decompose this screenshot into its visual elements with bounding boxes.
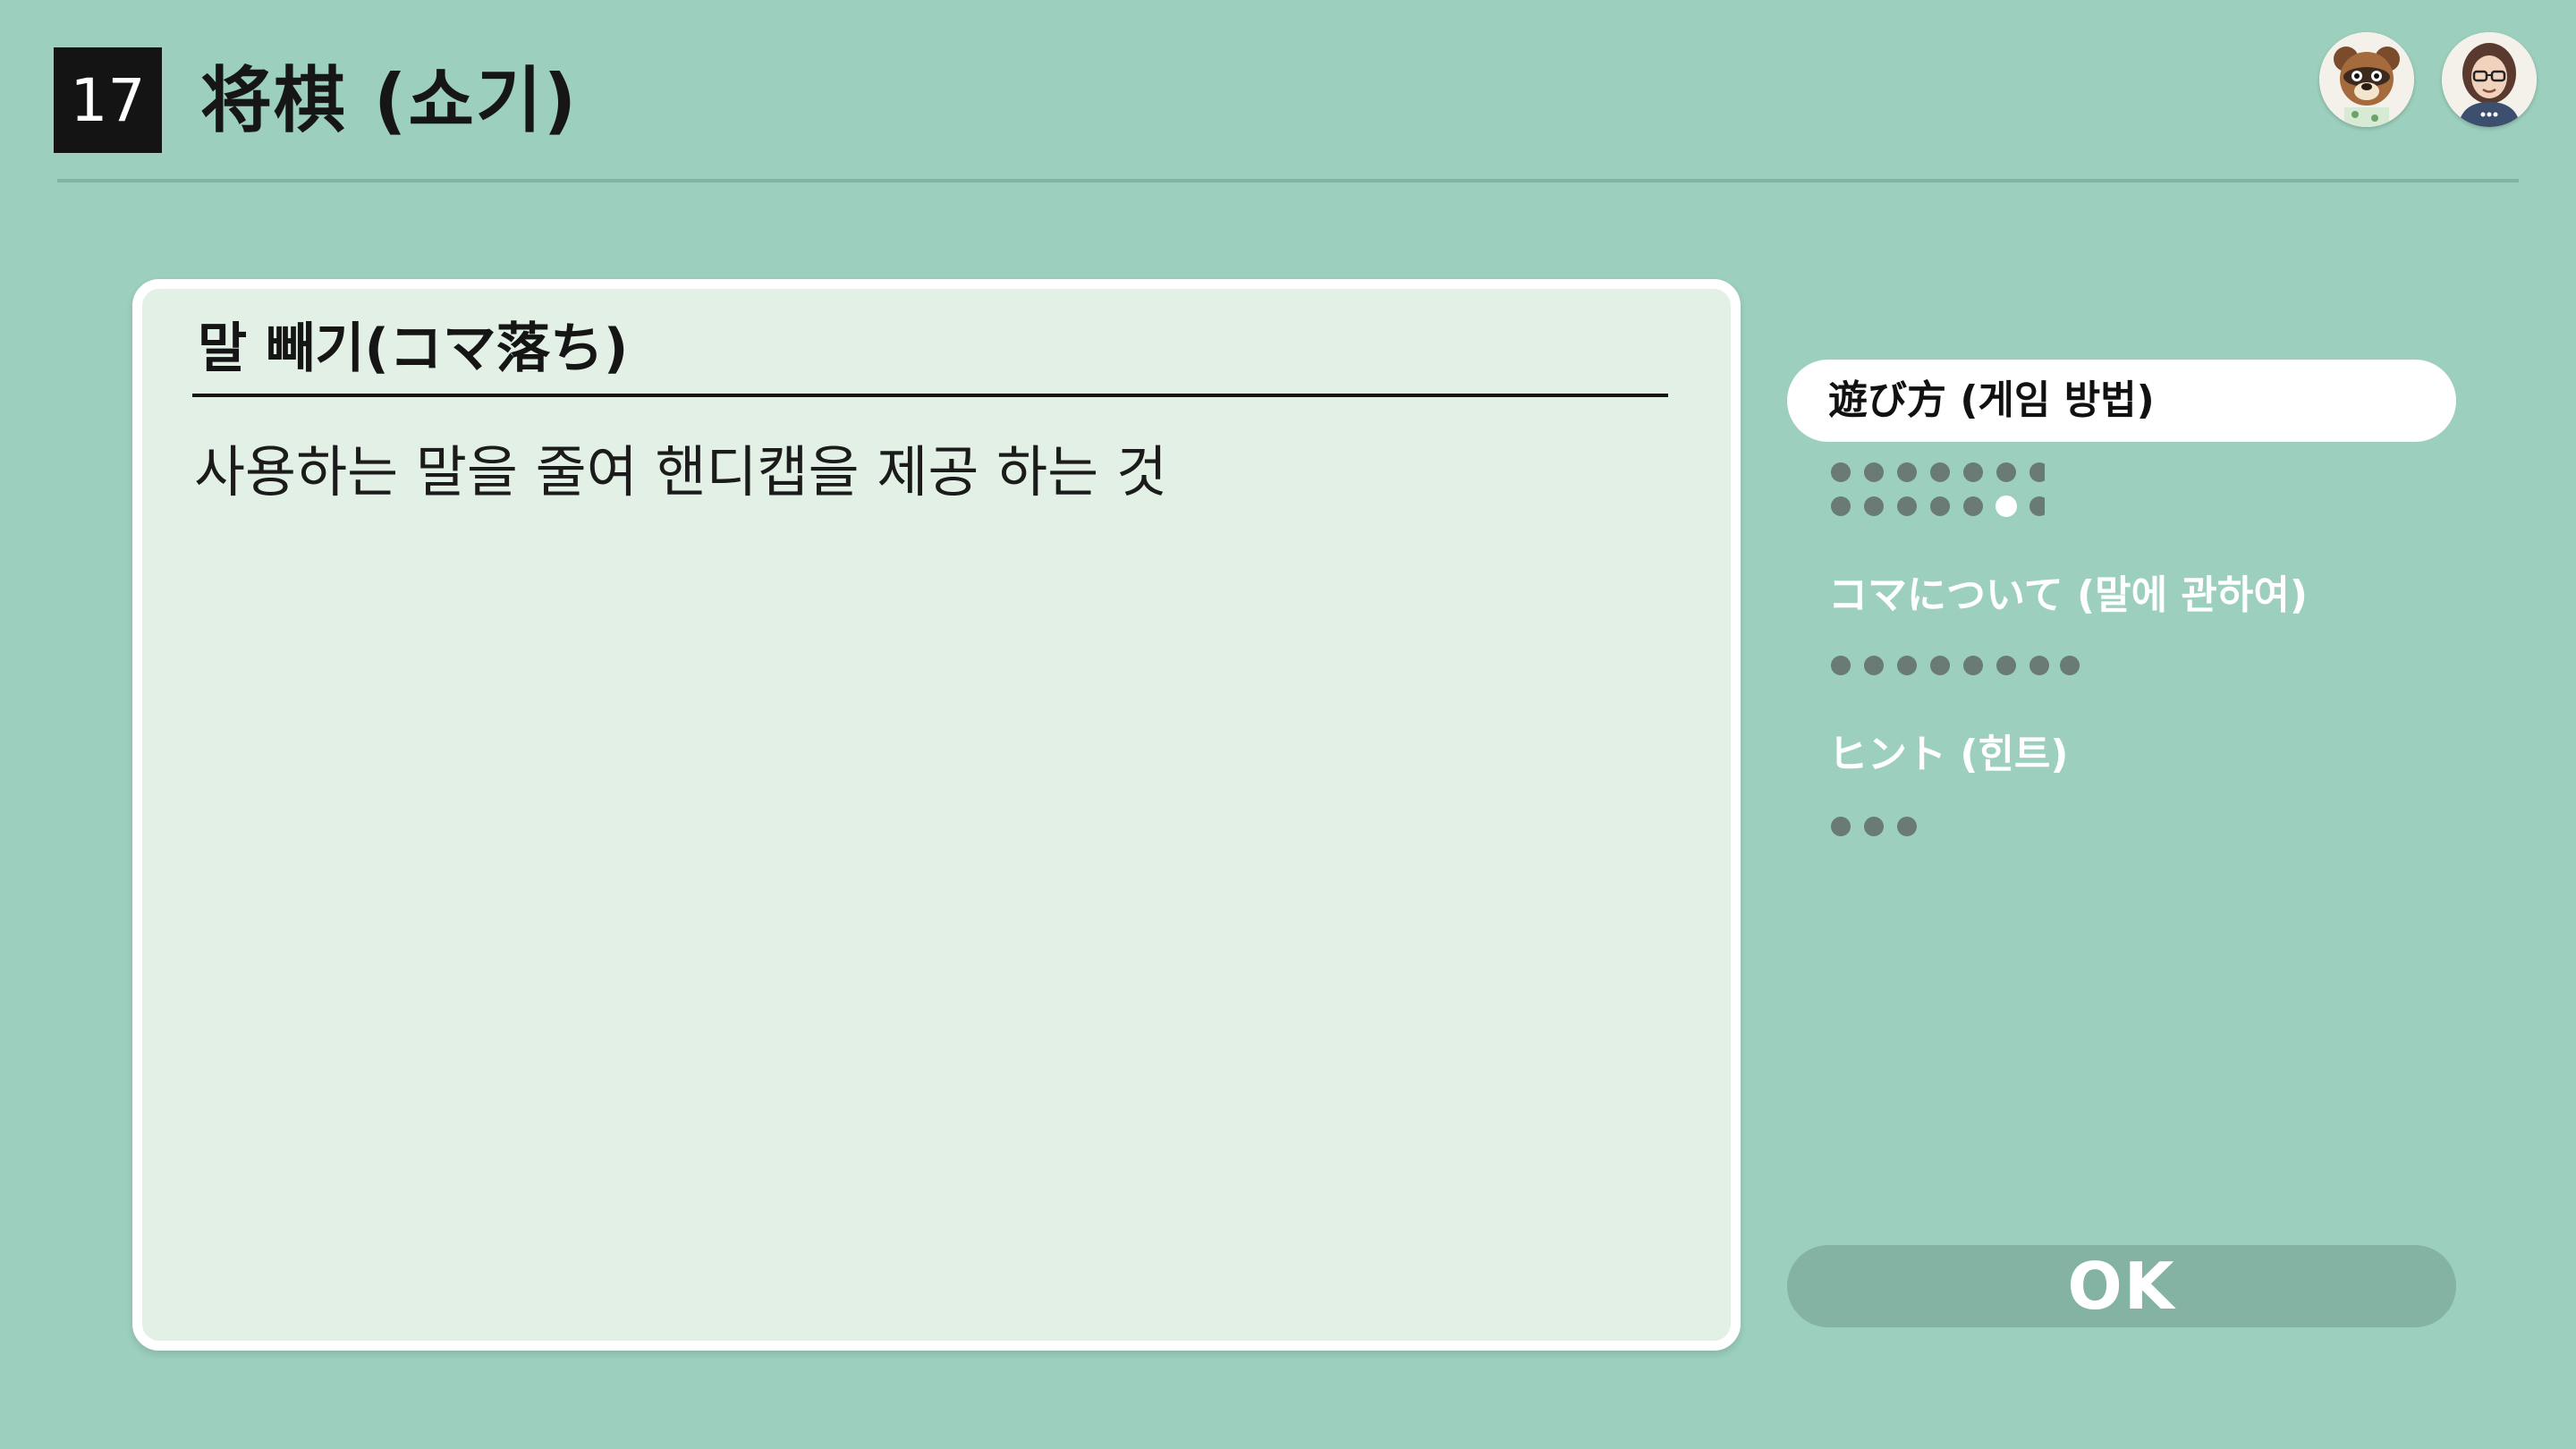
page-dot [1963, 656, 1983, 675]
page-dot [1897, 656, 1917, 675]
page-dot [1897, 462, 1917, 482]
page-dot [1864, 656, 1884, 675]
menu-item-label: 遊び方 (게임 방법) [1828, 377, 2155, 423]
page-dot [1864, 817, 1884, 836]
page-dot [1831, 496, 1851, 516]
raccoon-character-avatar-icon[interactable] [2319, 32, 2414, 127]
page-dot [1897, 496, 1917, 516]
page-dot [1963, 462, 1983, 482]
woman-with-glasses-avatar-icon[interactable] [2442, 32, 2537, 127]
page-dot [1963, 496, 1983, 516]
menu-item-hints[interactable]: ヒント (힌트) [1787, 714, 2456, 796]
page-dot [1897, 817, 1917, 836]
page-dot [1864, 496, 1884, 516]
page-dot [1996, 462, 2016, 482]
ok-button[interactable]: OK [1787, 1245, 2456, 1327]
page-dot [1996, 656, 2016, 675]
page-dot [2029, 656, 2049, 675]
page-dots-hints [1830, 814, 1937, 839]
page-dot [1930, 656, 1950, 675]
page-dot [1831, 656, 1851, 675]
page-dots-about-pieces [1830, 653, 2080, 678]
header-divider [57, 179, 2519, 182]
current-page-dot [1996, 496, 2017, 517]
ok-button-label: OK [2067, 1249, 2176, 1324]
menu-item-label: コマについて (말에 관하여) [1828, 572, 2308, 618]
page-dot [1930, 462, 1950, 482]
page-dots-how-to-play [1830, 460, 2045, 519]
menu-item-about-pieces[interactable]: コマについて (말에 관하여) [1787, 555, 2456, 637]
rule-section-title: 말 빼기(コマ落ち) [198, 318, 629, 380]
page-dot [1831, 462, 1851, 482]
page-dot [2029, 496, 2045, 516]
header-bar: 17 将棋 (쇼기) [0, 0, 2576, 188]
menu-item-label: ヒント (힌트) [1828, 732, 2069, 777]
game-title: 将棋 (쇼기) [200, 59, 579, 142]
page-dot [1831, 817, 1851, 836]
game-number-badge: 17 [54, 47, 162, 153]
page-dot [2029, 462, 2045, 482]
menu-item-how-to-play[interactable]: 遊び方 (게임 방법) [1787, 360, 2456, 442]
title-underline [192, 394, 1668, 397]
rules-content-panel: 말 빼기(コマ落ち) 사용하는 말을 줄여 핸디캡을 제공 하는 것 [132, 279, 1741, 1351]
rule-description: 사용하는 말을 줄여 핸디캡을 제공 하는 것 [194, 439, 1167, 504]
page-dot [1864, 462, 1884, 482]
page-dot [1930, 496, 1950, 516]
page-dot [2060, 656, 2080, 675]
